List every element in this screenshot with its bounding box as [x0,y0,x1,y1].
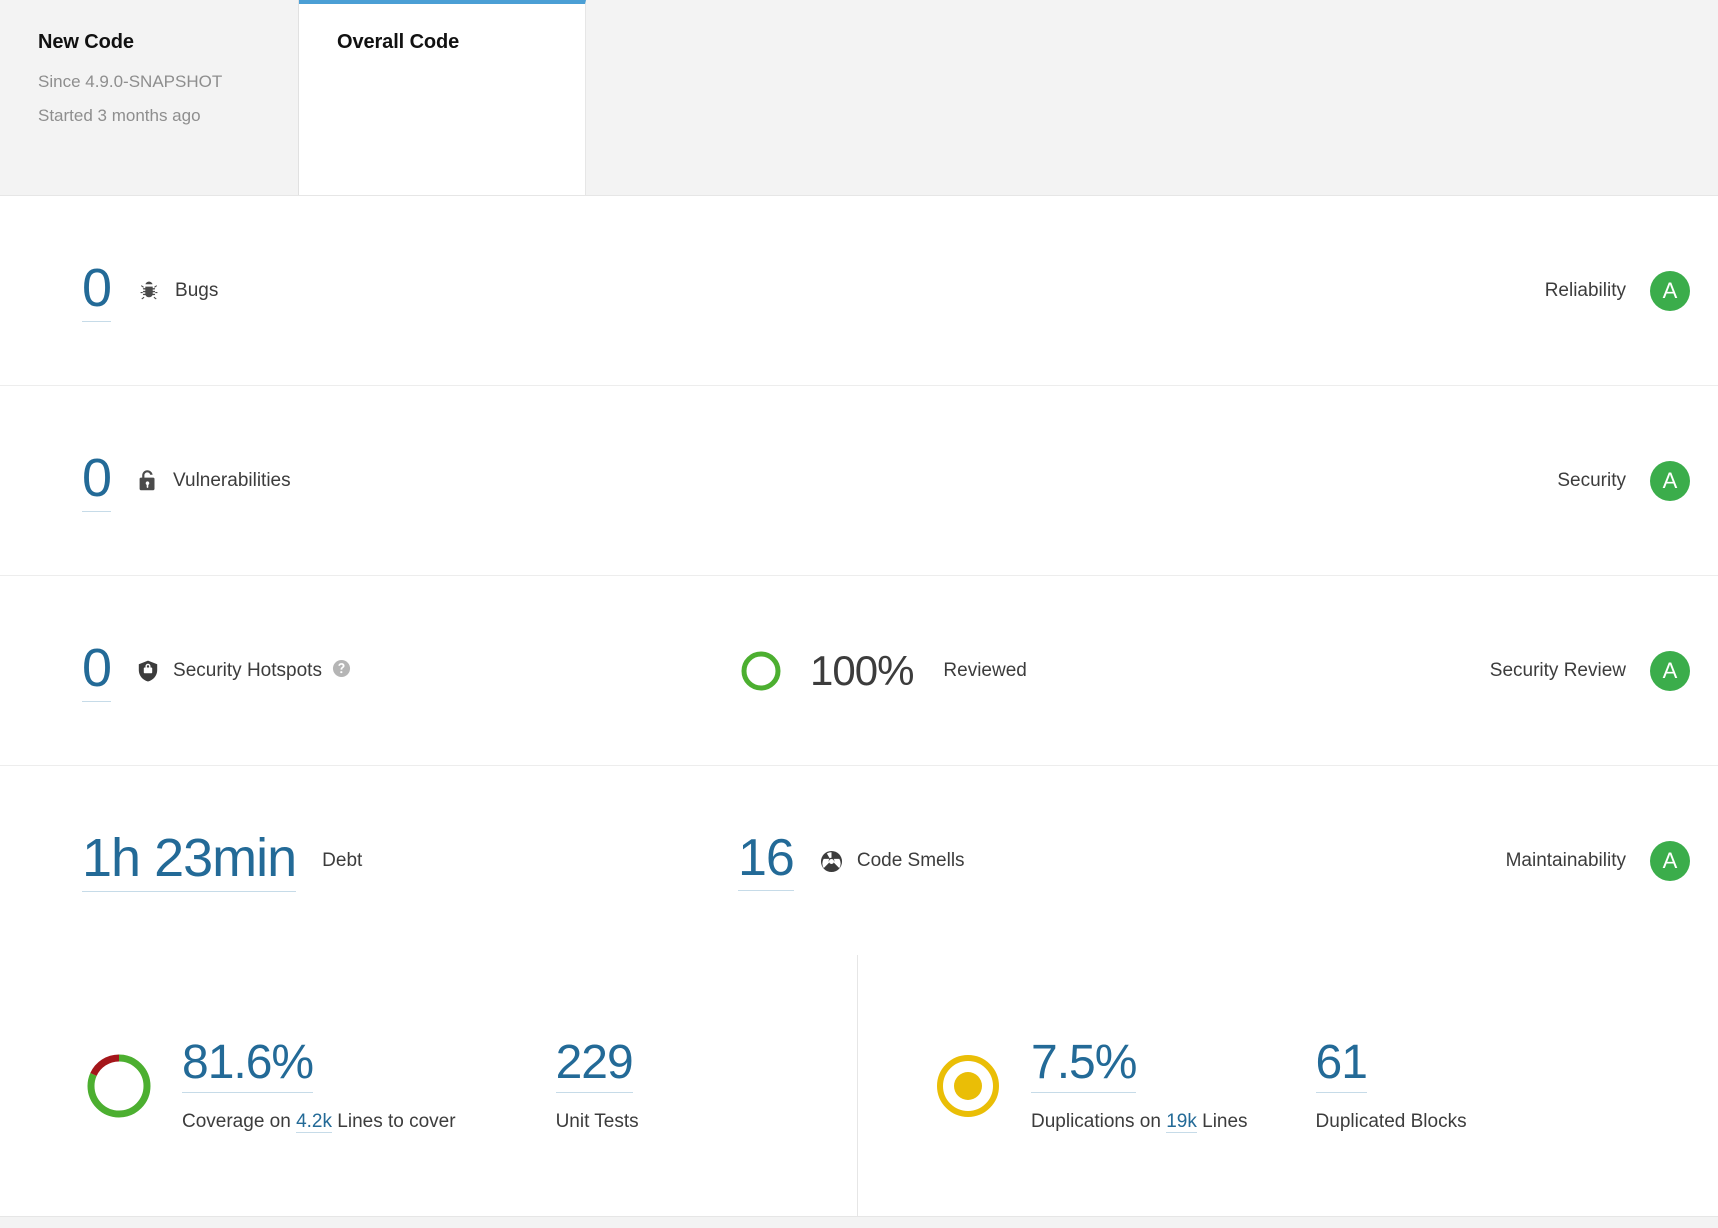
duplications-caption-before: Duplications on [1031,1110,1167,1132]
duplications-measure: 7.5% Duplications on 19k Lines [931,1038,1248,1133]
tab-new-code-period: Since 4.9.0-SNAPSHOT [38,72,223,91]
measure-row-maintainability: 1h 23min Debt 16 Code Smells Maintainabi… [0,766,1718,956]
coverage-text-block: 81.6% Coverage on 4.2k Lines to cover [182,1038,456,1133]
security-review-rating-group: Security Review A [1490,576,1690,766]
security-rating-badge[interactable]: A [1650,461,1690,501]
vulnerabilities-label: Vulnerabilities [173,470,291,491]
tab-overall-code[interactable]: Overall Code [299,0,586,195]
reliability-rating-badge[interactable]: A [1650,271,1690,311]
debt-measure: 1h 23min Debt [82,766,362,956]
measure-row-security-hotspots: 0 Security Hotspots 100% Reviewed Securi… [0,576,1718,766]
coverage-value-link[interactable]: 81.6% [182,1038,314,1093]
measures-panel: 0 Bugs Reliability A 0 Vulnerabilities S… [0,196,1718,957]
code-smells-measure: 16 Code Smells [738,766,965,956]
security-hotspot-shield-icon [137,659,159,683]
tab-new-code-started: Started 3 months ago [38,106,201,125]
measure-row-vulnerabilities: 0 Vulnerabilities Security A [0,386,1718,576]
security-label: Security [1557,470,1626,491]
coverage-section: 81.6% Coverage on 4.2k Lines to cover 22… [0,955,858,1216]
reliability-label: Reliability [1544,280,1626,301]
security-rating-group: Security A [1557,386,1690,576]
reviewed-percent-value: 100% [810,647,914,694]
security-review-rating-badge[interactable]: A [1650,651,1690,691]
code-period-tabs: New Code Since 4.9.0-SNAPSHOT Started 3 … [0,0,1718,196]
bug-icon [137,279,161,303]
unit-tests-caption: Unit Tests [555,1110,639,1132]
duplications-section: 7.5% Duplications on 19k Lines 61 Duplic… [858,955,1718,1216]
security-hotspots-label: Security Hotspots [173,660,322,681]
security-review-label: Security Review [1489,660,1626,681]
reviewed-label: Reviewed [943,660,1027,681]
debt-value-link[interactable]: 1h 23min [82,831,297,892]
code-smell-icon [820,850,843,873]
maintainability-label: Maintainability [1505,850,1626,871]
coverage-measure: 81.6% Coverage on 4.2k Lines to cover [82,1038,456,1133]
tab-new-code-label: New Code [38,31,134,53]
vulnerabilities-value-link[interactable]: 0 [82,451,112,512]
maintainability-rating-group: Maintainability A [1506,766,1690,956]
duplications-donut-chart [931,1049,1005,1123]
maintainability-rating-badge[interactable]: A [1650,841,1690,881]
unit-tests-value-link[interactable]: 229 [555,1038,634,1093]
duplicated-blocks-measure: 61 Duplicated Blocks [1315,1038,1467,1133]
coverage-caption: Coverage on 4.2k Lines to cover [182,1110,456,1133]
bugs-value-link[interactable]: 0 [82,261,112,322]
unit-tests-measure: 229 Unit Tests [555,1038,639,1133]
reviewed-donut-chart [738,648,784,694]
coverage-caption-after: Lines to cover [332,1110,456,1132]
coverage-donut-chart [82,1049,156,1123]
duplications-text-block: 7.5% Duplications on 19k Lines [1031,1038,1248,1133]
bugs-label: Bugs [175,280,219,301]
code-smells-value-link[interactable]: 16 [738,832,795,891]
duplicated-lines-link[interactable]: 19k [1166,1110,1197,1133]
debt-label: Debt [322,850,363,871]
security-hotspots-value-link[interactable]: 0 [82,641,112,702]
duplications-value-link[interactable]: 7.5% [1031,1038,1137,1093]
tab-new-code[interactable]: New Code Since 4.9.0-SNAPSHOT Started 3 … [0,0,299,195]
duplications-caption-after: Lines [1196,1110,1248,1132]
duplications-caption: Duplications on 19k Lines [1031,1110,1248,1133]
coverage-duplications-panel: 81.6% Coverage on 4.2k Lines to cover 22… [0,955,1718,1217]
coverage-caption-before: Coverage on [182,1110,297,1132]
security-hotspots-measure: 0 Security Hotspots [82,576,351,766]
duplicated-blocks-value-link[interactable]: 61 [1315,1038,1368,1093]
duplicated-blocks-caption: Duplicated Blocks [1315,1110,1467,1132]
measure-row-bugs: 0 Bugs Reliability A [0,196,1718,386]
project-overview-page: New Code Since 4.9.0-SNAPSHOT Started 3 … [0,0,1718,1228]
code-smells-label: Code Smells [856,850,965,871]
tab-overall-code-label: Overall Code [337,31,460,53]
security-review-reviewed-measure: 100% Reviewed [738,576,1027,766]
bugs-measure: 0 Bugs [82,196,218,386]
lines-to-cover-link[interactable]: 4.2k [296,1110,332,1133]
help-icon[interactable] [332,659,351,683]
reliability-rating-group: Reliability A [1545,196,1690,386]
vulnerability-lock-icon [137,469,159,493]
vulnerabilities-measure: 0 Vulnerabilities [82,386,291,576]
